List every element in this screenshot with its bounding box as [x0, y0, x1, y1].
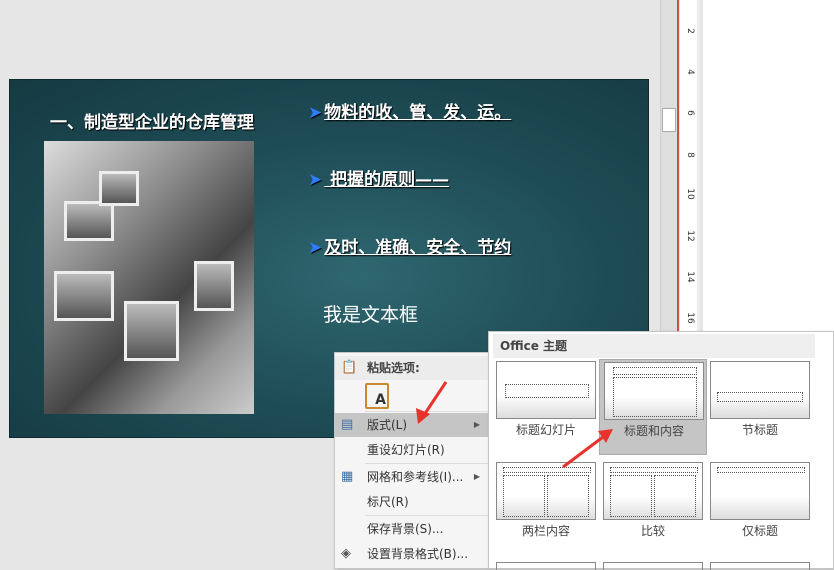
arrow-bullet-icon: ➤ [308, 238, 323, 258]
paste-keep-text-only-button[interactable]: A [365, 383, 389, 409]
separator [365, 463, 488, 464]
submenu-arrow-icon: ▶ [473, 472, 480, 481]
layout-two-content[interactable]: 两栏内容 [492, 460, 600, 556]
arrow-bullet-icon: ➤ [308, 103, 323, 123]
slide-photo[interactable] [44, 141, 254, 414]
layout-icon: ▤ [341, 417, 354, 432]
layout-section-header[interactable]: 节标题 [706, 359, 814, 455]
paste-options-header: 📋 粘贴选项: [335, 356, 488, 380]
menu-item-save-background[interactable]: 保存背景(S)... [335, 517, 488, 541]
layout-title-only[interactable]: 仅标题 [706, 460, 814, 556]
scrollbar-thumb[interactable] [662, 108, 676, 132]
menu-item-ruler[interactable]: 标尺(R) [335, 490, 488, 514]
theme-header: Office 主题 [493, 334, 815, 358]
arrow-bullet-icon: ➤ [308, 170, 323, 190]
separator [365, 411, 488, 412]
bullet-2[interactable]: ➤ 把握的原则—— [308, 165, 449, 190]
submenu-arrow-icon: ▶ [473, 420, 480, 429]
menu-item-layout[interactable]: ▤ 版式(L) ▶ [335, 413, 488, 437]
bullet-1[interactable]: ➤ 物料的收、管、发、运。 [308, 98, 511, 123]
context-menu: 📋 粘贴选项: A ▤ 版式(L) ▶ 重设幻灯片(R) ▦ 网格和参考线(I)... ▶… [334, 352, 489, 569]
menu-item-reset-slide[interactable]: 重设幻灯片(R) [335, 438, 488, 462]
bullet-3[interactable]: ➤ 及时、准确、安全、节约 [308, 233, 511, 258]
slide-title[interactable]: 一、制造型企业的仓库管理 [50, 108, 254, 133]
layout-submenu: Office 主题 标题幻灯片 标题和内容 节标题 两栏内容 比较 仅标题 [488, 331, 834, 570]
layout-title-slide[interactable]: 标题幻灯片 [492, 359, 600, 455]
separator [365, 515, 488, 516]
layout-title-content[interactable]: 标题和内容 [599, 359, 707, 455]
textbox[interactable]: 我是文本框 [323, 300, 418, 327]
menu-item-format-background[interactable]: ◈ 设置背景格式(B)... [335, 542, 488, 566]
paste-icon: 📋 [341, 360, 358, 375]
layout-comparison[interactable]: 比较 [599, 460, 707, 556]
format-background-icon: ◈ [341, 546, 351, 561]
grid-icon: ▦ [341, 469, 354, 484]
menu-item-grid-guides[interactable]: ▦ 网格和参考线(I)... ▶ [335, 465, 488, 489]
